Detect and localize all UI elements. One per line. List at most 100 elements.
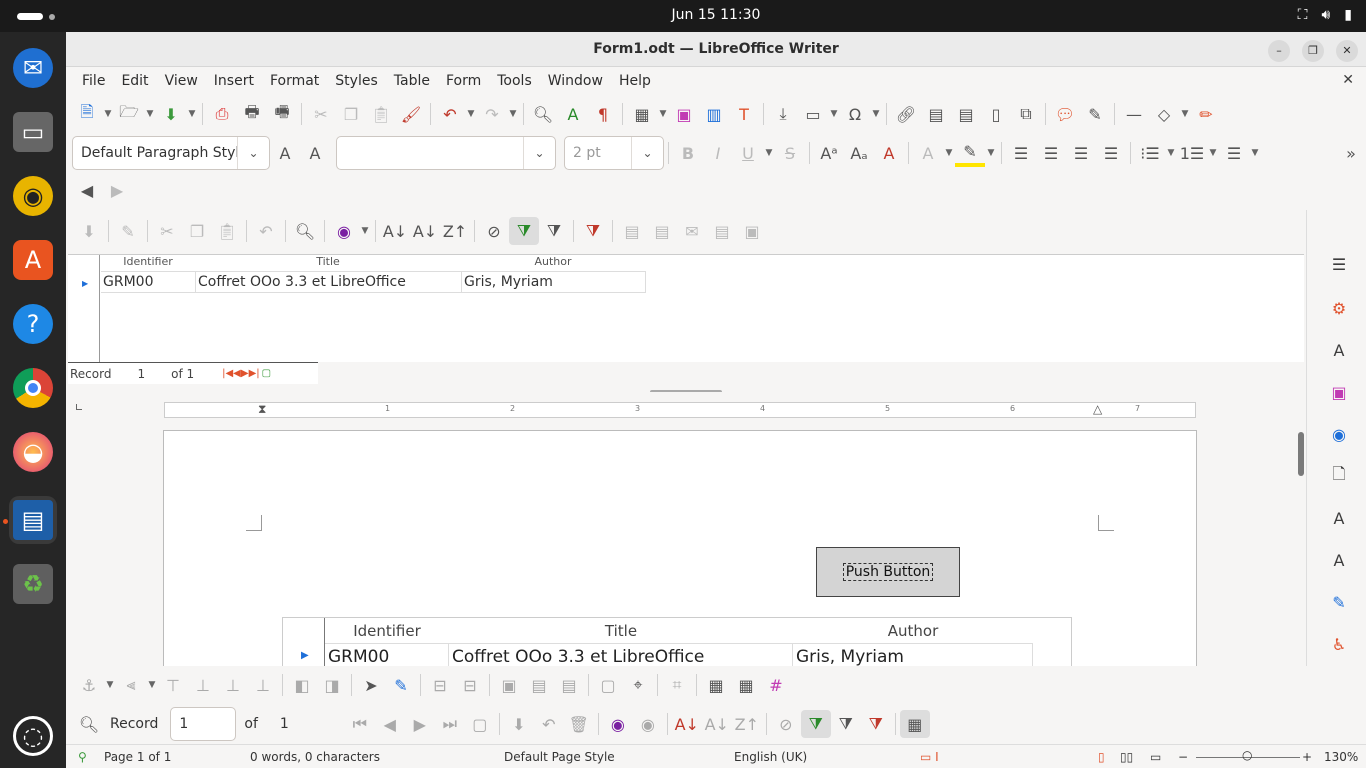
align-left-icon[interactable]: ☰ bbox=[1006, 139, 1036, 167]
maximize-button[interactable]: ❐ bbox=[1302, 40, 1324, 62]
form-properties-icon[interactable]: ⊟ bbox=[455, 671, 485, 699]
trash-icon[interactable]: ♻ bbox=[9, 560, 57, 608]
back-icon[interactable]: ◀ bbox=[72, 176, 102, 204]
underline-icon[interactable]: U bbox=[733, 139, 763, 167]
multi-page-view-icon[interactable]: ▯▯ bbox=[1120, 750, 1133, 764]
menu-tools[interactable]: Tools bbox=[489, 73, 540, 89]
refresh-icon[interactable]: ◉ bbox=[603, 710, 633, 738]
cut-icon[interactable]: ✂ bbox=[306, 100, 336, 128]
forward-icon[interactable]: ▶ bbox=[102, 176, 132, 204]
open-design-mode-icon[interactable]: ▢ bbox=[593, 671, 623, 699]
print-preview-icon[interactable]: 🖷 bbox=[267, 100, 297, 128]
page-icon[interactable]: 🗋 bbox=[1327, 464, 1351, 488]
data-source-as-table-icon[interactable]: ▦ bbox=[899, 710, 930, 738]
cell-author[interactable]: Gris, Myriam bbox=[793, 644, 1033, 666]
paragraph-style-combo[interactable]: Default Paragraph Styl ⌄ bbox=[72, 136, 270, 170]
menu-form[interactable]: Form bbox=[438, 73, 489, 89]
redo-dropdown-icon[interactable]: ▼ bbox=[507, 100, 519, 128]
automatic-control-focus-icon[interactable]: ⌖ bbox=[623, 671, 653, 699]
distribute-icon[interactable]: ⊥ bbox=[248, 671, 278, 699]
undo-icon[interactable]: ↶ bbox=[435, 100, 465, 128]
insert-table-icon[interactable]: ▦ bbox=[627, 100, 657, 128]
send-back-icon[interactable]: ◨ bbox=[317, 671, 347, 699]
helplines-icon[interactable]: # bbox=[761, 671, 791, 699]
refresh-icon[interactable]: ◉ bbox=[329, 217, 359, 245]
insert-field-icon[interactable]: ▭ bbox=[798, 100, 828, 128]
save-record-icon[interactable]: ⬇ bbox=[74, 217, 104, 245]
sidebar-menu-icon[interactable]: ☰ bbox=[1327, 252, 1351, 276]
minimize-button[interactable]: – bbox=[1268, 40, 1290, 62]
insert-image-icon[interactable]: ▣ bbox=[669, 100, 699, 128]
cell-title[interactable]: Coffret OOo 3.3 et LibreOffice bbox=[449, 644, 793, 666]
snap-grid-icon[interactable]: ▦ bbox=[731, 671, 761, 699]
menu-table[interactable]: Table bbox=[386, 73, 438, 89]
align-dropdown-icon[interactable]: ▼ bbox=[146, 671, 158, 699]
menu-help[interactable]: Help bbox=[611, 73, 659, 89]
single-page-view-icon[interactable]: ▯ bbox=[1098, 750, 1105, 764]
help-icon[interactable]: ? bbox=[9, 300, 57, 348]
apply-filter-icon[interactable]: ⧩ bbox=[800, 710, 831, 738]
chevron-down-icon[interactable]: ⌄ bbox=[237, 137, 269, 169]
clear-formatting-icon[interactable]: A bbox=[874, 139, 904, 167]
find-record-icon[interactable]: 🔍︎ bbox=[290, 217, 320, 245]
draw-icon[interactable]: ✏ bbox=[1191, 100, 1221, 128]
document-page[interactable]: Push Button ▶ Identifier Title Author GR… bbox=[163, 430, 1197, 666]
endnote-icon[interactable]: ▤ bbox=[951, 100, 981, 128]
refresh-control-icon[interactable]: ◉ bbox=[633, 710, 663, 738]
table-dropdown-icon[interactable]: ▼ bbox=[657, 100, 669, 128]
reset-filter-icon[interactable]: ⧩ bbox=[578, 217, 608, 245]
sort-icon[interactable]: Z↑ bbox=[440, 217, 470, 245]
italic-icon[interactable]: I bbox=[703, 139, 733, 167]
style-inspector-icon[interactable]: A bbox=[1327, 506, 1351, 530]
font-color-dropdown-icon[interactable]: ▼ bbox=[943, 139, 955, 167]
save-dropdown-icon[interactable]: ▼ bbox=[186, 100, 198, 128]
gallery-icon[interactable]: ▣ bbox=[1327, 380, 1351, 404]
clock[interactable]: Jun 15 11:30 bbox=[0, 7, 1366, 23]
select-icon[interactable]: ➤ bbox=[356, 671, 386, 699]
cell-identifier[interactable]: GRM00 bbox=[325, 644, 449, 666]
save-icon[interactable]: ⬇ bbox=[156, 100, 186, 128]
outline-icon[interactable]: ☰ bbox=[1219, 139, 1249, 167]
comment-icon[interactable]: 💬︎ bbox=[1050, 100, 1080, 128]
thunderbird-icon[interactable]: ✉ bbox=[9, 44, 57, 92]
new-record-icon[interactable]: ▢ bbox=[465, 710, 495, 738]
form-navigator-icon[interactable]: ▣ bbox=[494, 671, 524, 699]
zoom-slider-thumb[interactable]: ○ bbox=[1242, 748, 1252, 762]
special-character-icon[interactable]: Ω bbox=[840, 100, 870, 128]
app-center-icon[interactable]: A bbox=[9, 236, 57, 284]
edit-data-icon[interactable]: ✎ bbox=[113, 217, 143, 245]
ubuntu-icon[interactable]: ◌ bbox=[9, 712, 57, 760]
indent-marker-icon[interactable]: ⧗ bbox=[258, 402, 266, 417]
record-nav-arrows-icon[interactable]: |◀◀▶▶| bbox=[222, 368, 260, 379]
crop-icon[interactable]: ⌗ bbox=[662, 671, 692, 699]
reset-filter-icon[interactable]: ⧩ bbox=[861, 710, 891, 738]
numbering-dropdown-icon[interactable]: ▼ bbox=[1207, 139, 1219, 167]
menu-view[interactable]: View bbox=[157, 73, 206, 89]
autofilter-icon[interactable]: ⊘ bbox=[771, 710, 801, 738]
clone-formatting-icon[interactable]: 🖌︎ bbox=[396, 100, 426, 128]
data-to-fields-icon[interactable]: ▤ bbox=[647, 217, 677, 245]
undo-icon[interactable]: ↶ bbox=[251, 217, 281, 245]
record-number-input[interactable]: 1 bbox=[170, 707, 237, 741]
apply-filter-icon[interactable]: ⧩ bbox=[509, 217, 539, 245]
design-icon[interactable]: ✎ bbox=[1327, 590, 1351, 614]
form-filter-icon[interactable]: ⧩ bbox=[831, 710, 861, 738]
footnote-icon[interactable]: ▤ bbox=[921, 100, 951, 128]
cross-reference-icon[interactable]: ⧉ bbox=[1011, 100, 1041, 128]
row-selector[interactable]: ▶ bbox=[283, 618, 325, 666]
data-to-text-icon[interactable]: ▤ bbox=[617, 217, 647, 245]
firefox-icon[interactable]: ◒ bbox=[9, 428, 57, 476]
first-record-icon[interactable]: ⏮ bbox=[345, 710, 375, 738]
next-record-icon[interactable]: ▶ bbox=[405, 710, 435, 738]
record-number[interactable]: 1 bbox=[137, 367, 145, 381]
bring-front-icon[interactable]: ◧ bbox=[287, 671, 317, 699]
align-top-icon[interactable]: ⊤ bbox=[158, 671, 188, 699]
anchor-dropdown-icon[interactable]: ▼ bbox=[104, 671, 116, 699]
refresh-dropdown-icon[interactable]: ▼ bbox=[359, 217, 371, 245]
open-icon[interactable]: 🗁 bbox=[114, 100, 144, 128]
anchor-icon[interactable]: ⚓ bbox=[74, 671, 104, 699]
page-count[interactable]: Page 1 of 1 bbox=[104, 750, 171, 764]
chevron-down-icon[interactable]: ⌄ bbox=[631, 137, 663, 169]
right-indent-marker-icon[interactable]: △ bbox=[1093, 402, 1102, 416]
menu-styles[interactable]: Styles bbox=[327, 73, 385, 89]
